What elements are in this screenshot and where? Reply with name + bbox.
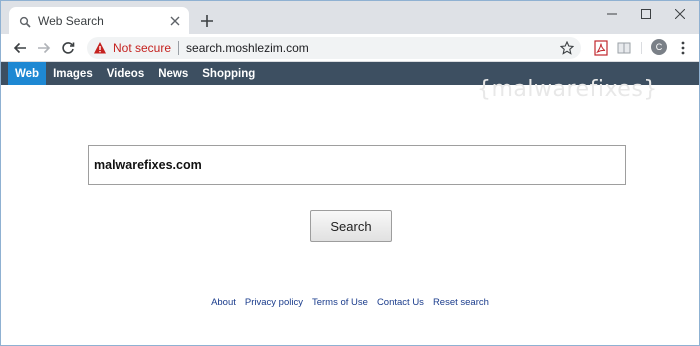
search-input[interactable]: malwarefixes.com: [88, 145, 626, 185]
search-icon: [19, 15, 31, 28]
footer-links: About Privacy policy Terms of Use Contac…: [1, 297, 699, 308]
footer-link-terms-of-use[interactable]: Terms of Use: [312, 297, 368, 308]
extension-icon[interactable]: [615, 39, 633, 57]
close-window-icon[interactable]: [664, 4, 696, 24]
watermark: {malwarefixes}: [477, 77, 658, 102]
maximize-icon[interactable]: [630, 4, 662, 24]
search-button[interactable]: Search: [310, 210, 392, 242]
close-tab-icon[interactable]: [167, 13, 183, 29]
nav-images[interactable]: Images: [46, 62, 100, 85]
address-bar[interactable]: Not secure search.moshlezim.com: [87, 37, 581, 59]
browser-toolbar: Not secure search.moshlezim.com C: [1, 34, 699, 62]
not-secure-label[interactable]: Not secure: [113, 41, 171, 55]
nav-web[interactable]: Web: [8, 62, 47, 85]
new-tab-icon[interactable]: [197, 11, 217, 31]
footer-link-contact-us[interactable]: Contact Us: [377, 297, 424, 308]
nav-news[interactable]: News: [151, 62, 195, 85]
nav-videos[interactable]: Videos: [100, 62, 152, 85]
warning-icon[interactable]: [93, 41, 107, 55]
back-arrow-icon[interactable]: [10, 38, 30, 58]
footer-link-privacy-policy[interactable]: Privacy policy: [245, 297, 303, 308]
bookmark-star-icon[interactable]: [559, 40, 575, 56]
footer-link-about[interactable]: About: [211, 297, 236, 308]
minimize-icon[interactable]: [596, 4, 628, 24]
profile-avatar[interactable]: C: [651, 39, 667, 55]
toolbar-divider: [641, 42, 642, 54]
browser-window: Web Search Not secure search.moshlezim.c…: [0, 0, 700, 346]
omnibox-divider: [178, 41, 180, 55]
forward-arrow-icon[interactable]: [34, 38, 54, 58]
nav-shopping[interactable]: Shopping: [195, 62, 262, 85]
tab-strip: Web Search: [1, 1, 699, 34]
reload-icon[interactable]: [58, 38, 78, 58]
menu-kebab-icon[interactable]: [674, 39, 692, 57]
url-text[interactable]: search.moshlezim.com: [186, 41, 559, 55]
pdf-extension-icon[interactable]: [592, 39, 610, 57]
tab-title: Web Search: [38, 13, 104, 28]
tab-web-search[interactable]: Web Search: [9, 7, 189, 34]
footer-link-reset-search[interactable]: Reset search: [433, 297, 489, 308]
